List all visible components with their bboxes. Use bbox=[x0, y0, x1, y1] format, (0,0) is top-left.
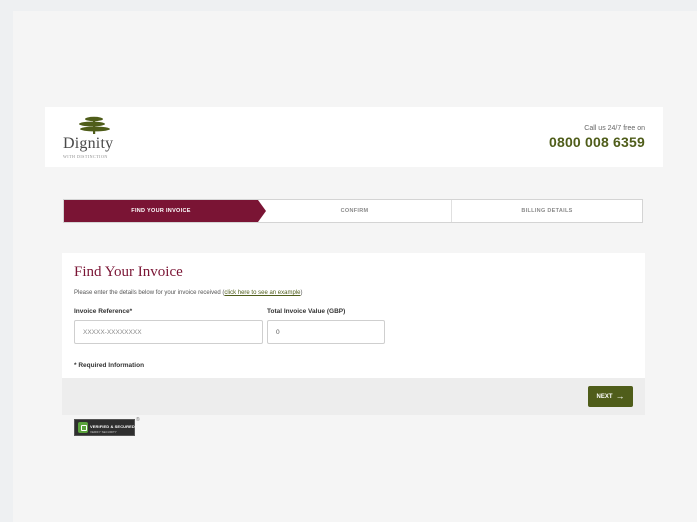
logo-wordmark: Dignity bbox=[63, 135, 114, 152]
total-value-label: Total Invoice Value (GBP) bbox=[267, 308, 346, 315]
seal-subtext: VERIFY SECURITY bbox=[90, 430, 117, 434]
next-label: NEXT bbox=[596, 394, 613, 400]
call-text: Call us 24/7 free on bbox=[584, 125, 645, 132]
shield-check-mark bbox=[81, 425, 87, 431]
invoice-reference-input[interactable] bbox=[74, 320, 263, 344]
total-value-input[interactable] bbox=[267, 320, 385, 344]
description-text: Please enter the details below for your … bbox=[74, 290, 225, 296]
security-seal[interactable]: VERIFIED & SECURED VERIFY SECURITY bbox=[74, 419, 135, 436]
logo-tagline: WITH DISTINCTION bbox=[63, 154, 108, 159]
phone-number[interactable]: 0800 008 6359 bbox=[549, 134, 645, 150]
arrow-right-icon: → bbox=[615, 391, 625, 401]
site-header: Dignity WITH DISTINCTION Call us 24/7 fr… bbox=[45, 107, 663, 167]
form-footer: NEXT → bbox=[62, 378, 645, 415]
step-find-invoice: FIND YOUR INVOICE bbox=[131, 208, 191, 214]
description-end: ) bbox=[300, 290, 303, 296]
example-link[interactable]: click here to see an example bbox=[224, 290, 300, 296]
dignity-logo[interactable]: Dignity WITH DISTINCTION bbox=[63, 115, 143, 163]
progress-steps: FIND YOUR INVOICE CONFIRM BILLING DETAIL… bbox=[63, 199, 643, 223]
form-description: Please enter the details below for your … bbox=[74, 290, 302, 296]
invoice-reference-label: Invoice Reference* bbox=[74, 308, 133, 315]
required-note: * Required Information bbox=[74, 362, 145, 369]
find-invoice-form: Find Your Invoice Please enter the detai… bbox=[62, 253, 645, 415]
registered-mark: ® bbox=[136, 417, 140, 423]
next-button[interactable]: NEXT → bbox=[588, 386, 633, 407]
form-title: Find Your Invoice bbox=[74, 264, 183, 280]
step-confirm: CONFIRM bbox=[340, 208, 369, 214]
step-billing-details: BILLING DETAILS bbox=[521, 208, 573, 214]
tree-icon bbox=[79, 116, 110, 134]
seal-text: VERIFIED & SECURED bbox=[90, 424, 135, 429]
